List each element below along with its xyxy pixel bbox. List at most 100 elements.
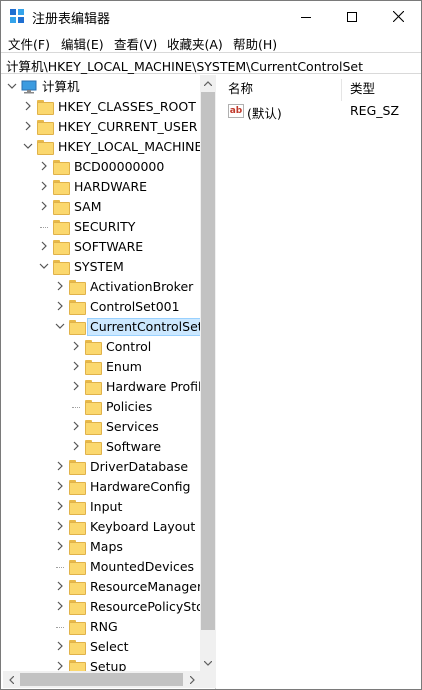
key-tree[interactable]: 计算机 HKEY_CLASSES_ROOT HKEY_CURRENT_USER HKE… [3,75,216,689]
tree-item-label: BCD00000000 [74,159,165,174]
address-bar[interactable]: 计算机\HKEY_LOCAL_MACHINE\SYSTEM\CurrentCon… [1,52,421,74]
tree-item-security[interactable]: SECURITY [3,217,199,237]
scroll-down-button[interactable] [200,655,216,671]
folder-icon [37,140,54,155]
expand-chevron-icon[interactable] [71,441,81,451]
tree-vertical-scrollbar[interactable] [200,75,216,671]
column-header-type[interactable]: 类型 [342,79,420,101]
chevron-left-icon [8,675,14,684]
tree-item-mounteddevices[interactable]: MountedDevices [3,557,199,577]
tree-item-label: Hardware Profil [106,379,202,394]
close-button[interactable] [375,1,421,32]
expand-chevron-icon[interactable] [55,661,65,671]
folder-icon [37,100,54,115]
tree-item-select[interactable]: Select [3,637,199,657]
tree-item-hardware[interactable]: HARDWARE [3,177,199,197]
maximize-button[interactable] [329,1,375,32]
folder-icon [69,280,86,295]
tree-item-maps[interactable]: Maps [3,537,199,557]
menu-view[interactable]: 查看(V) [114,34,157,53]
expand-chevron-icon[interactable] [55,541,65,551]
folder-icon [69,300,86,315]
tree-item-driverdatabase[interactable]: DriverDatabase [3,457,199,477]
expand-chevron-icon[interactable] [55,581,65,591]
minimize-icon [301,16,311,18]
expand-chevron-icon[interactable] [55,501,65,511]
expand-chevron-icon[interactable] [71,361,81,371]
folder-icon [69,460,86,475]
folder-icon [69,520,86,535]
tree-item-label: HardwareConfig [90,479,191,494]
column-header-name[interactable]: 名称 [220,79,342,101]
expand-chevron-icon[interactable] [23,101,33,111]
horizontal-scroll-thumb[interactable] [20,673,183,686]
address-path[interactable]: 计算机\HKEY_LOCAL_MACHINE\SYSTEM\CurrentCon… [6,56,363,75]
minimize-button[interactable] [283,1,329,32]
tree-item-sam[interactable]: SAM [3,197,199,217]
tree-item-hardware-profil[interactable]: Hardware Profil [3,377,202,397]
tree-item-software[interactable]: SOFTWARE [3,237,199,257]
tree-item-services[interactable]: Services [3,417,199,437]
collapse-chevron-icon[interactable] [7,81,17,91]
tree-item-activationbroker[interactable]: ActivationBroker [3,277,199,297]
expand-chevron-icon[interactable] [71,381,81,391]
tree-item-input[interactable]: Input [3,497,199,517]
expand-chevron-icon[interactable] [55,281,65,291]
expand-chevron-icon[interactable] [71,341,81,351]
tree-item-hkey-classes-root[interactable]: HKEY_CLASSES_ROOT [3,97,199,117]
collapse-chevron-icon[interactable] [23,141,33,151]
tree-item-policies[interactable]: Policies [3,397,199,417]
expand-chevron-icon[interactable] [55,461,65,471]
expand-chevron-icon[interactable] [55,301,65,311]
tree-item-root[interactable]: 计算机 [3,77,199,97]
vertical-scroll-thumb[interactable] [201,92,215,630]
tree-item-keyboard-layout[interactable]: Keyboard Layout [3,517,199,537]
menu-favorites[interactable]: 收藏夹(A) [167,34,223,53]
tree-item-rng[interactable]: RNG [3,617,199,637]
expand-chevron-icon[interactable] [39,181,49,191]
tree-item-system[interactable]: SYSTEM [3,257,199,277]
folder-icon [69,320,86,335]
folder-icon [85,400,102,415]
tree-item-label: DriverDatabase [90,459,189,474]
tree-item-bcd00000000[interactable]: BCD00000000 [3,157,199,177]
expand-chevron-icon[interactable] [39,161,49,171]
value-list[interactable]: 名称 类型 ab (默认) REG_SZ [220,75,420,689]
expand-chevron-icon[interactable] [55,481,65,491]
scroll-up-button[interactable] [200,75,216,91]
tree-item-resourcemanager[interactable]: ResourceManager [3,577,202,597]
tree-item-hkey-current-user[interactable]: HKEY_CURRENT_USER [3,117,199,137]
tree-item-software[interactable]: Software [3,437,199,457]
tree-item-currentcontrolset[interactable]: CurrentControlSet [3,317,206,337]
expand-chevron-icon[interactable] [55,641,65,651]
collapse-chevron-icon[interactable] [55,321,65,331]
folder-icon [69,480,86,495]
expand-chevron-icon[interactable] [23,121,33,131]
tree-item-control[interactable]: Control [3,337,199,357]
tree-horizontal-scrollbar[interactable] [3,671,200,688]
tree-item-resourcepolicysto[interactable]: ResourcePolicySto [3,597,204,617]
tree-item-controlset001[interactable]: ControlSet001 [3,297,199,317]
tree-item-enum[interactable]: Enum [3,357,199,377]
tree-item-label: HARDWARE [74,179,148,194]
menu-file[interactable]: 文件(F) [8,34,50,53]
expand-chevron-icon[interactable] [39,201,49,211]
folder-icon [53,260,70,275]
collapse-chevron-icon[interactable] [39,261,49,271]
expand-chevron-icon[interactable] [55,601,65,611]
scroll-left-button[interactable] [3,671,19,688]
tree-item-hkey-local-machine[interactable]: HKEY_LOCAL_MACHINE [3,137,202,157]
scroll-right-button[interactable] [184,671,200,688]
menu-edit[interactable]: 编辑(E) [61,34,104,53]
menu-help[interactable]: 帮助(H) [233,34,277,53]
value-row[interactable]: ab (默认) REG_SZ [220,101,420,121]
tree-item-hardwareconfig[interactable]: HardwareConfig [3,477,199,497]
expand-chevron-icon[interactable] [71,421,81,431]
expand-chevron-icon[interactable] [55,521,65,531]
folder-icon [69,600,86,615]
tree-item-label: Control [106,339,152,354]
expand-chevron-icon[interactable] [39,241,49,251]
title-bar[interactable]: 注册表编辑器 [1,1,421,32]
value-type: REG_SZ [350,103,400,118]
tree-connector [72,407,80,408]
